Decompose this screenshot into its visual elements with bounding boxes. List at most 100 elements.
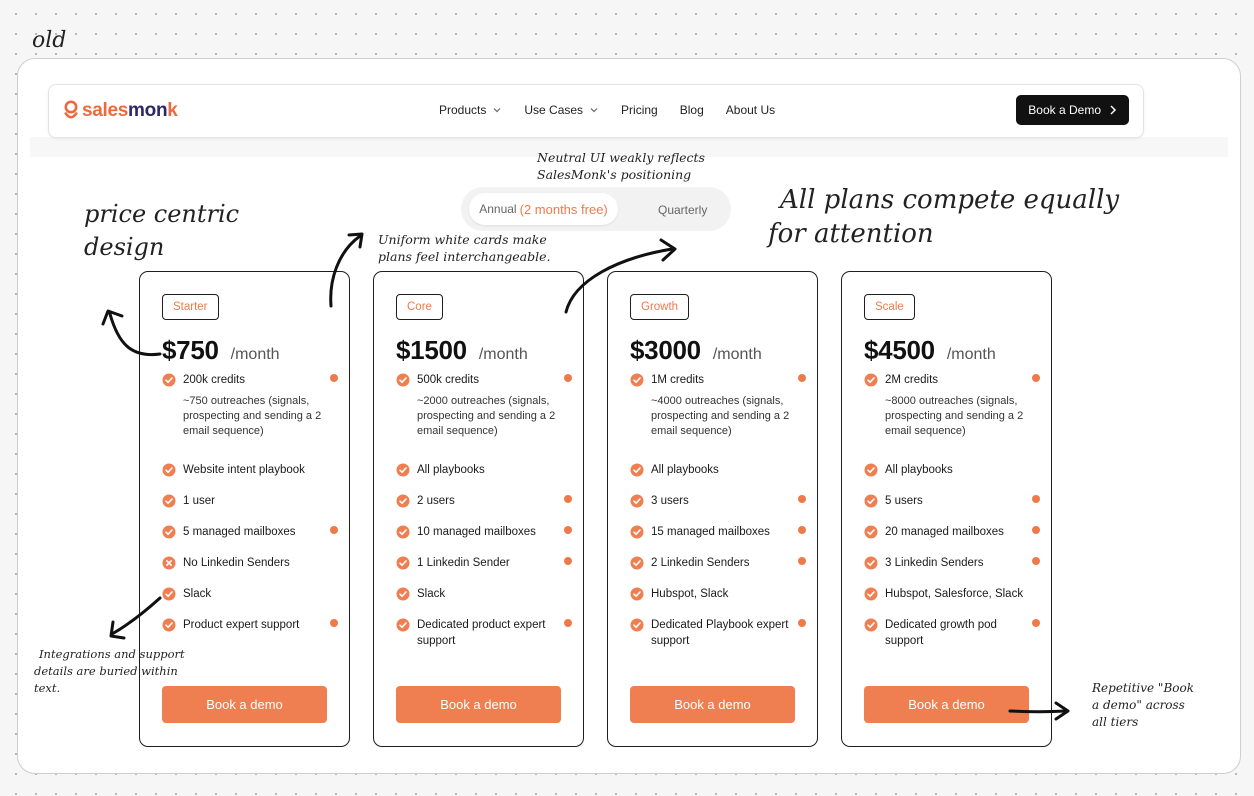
toggle-quarterly[interactable]: Quarterly <box>658 203 707 217</box>
info-icon[interactable] <box>798 619 806 627</box>
check-circle-icon <box>162 618 176 632</box>
info-icon[interactable] <box>330 619 338 627</box>
check-circle-icon <box>864 373 878 387</box>
feature-note: ~4000 outreaches (signals, prospecting a… <box>651 395 790 437</box>
check-circle-icon <box>162 525 176 539</box>
nav-item-3[interactable]: Blog <box>680 103 704 117</box>
nav-item-4[interactable]: About Us <box>726 103 775 117</box>
feature-item: 3 users <box>630 493 806 509</box>
feature-label: 20 managed mailboxes <box>885 526 1004 538</box>
plan-badge: Core <box>396 294 443 320</box>
chevron-right-icon <box>1110 105 1117 115</box>
book-a-demo-button[interactable]: Book a demo <box>864 686 1029 723</box>
info-icon[interactable] <box>564 557 572 565</box>
feature-item: 1 Linkedin Sender <box>396 555 572 571</box>
toggle-annual[interactable]: Annual (2 months free) <box>469 193 618 225</box>
info-icon[interactable] <box>330 526 338 534</box>
feature-label: 10 managed mailboxes <box>417 526 536 538</box>
feature-label: Slack <box>417 588 446 600</box>
info-icon[interactable] <box>798 374 806 382</box>
check-circle-icon <box>396 373 410 387</box>
feature-item: 15 managed mailboxes <box>630 524 806 540</box>
feature-label: Dedicated product expert support <box>417 619 546 647</box>
feature-item: 5 users <box>864 493 1040 509</box>
logo-wordmark: salesmonk <box>82 100 178 121</box>
feature-item: Dedicated product expert support <box>396 617 572 649</box>
x-circle-icon <box>162 556 176 570</box>
info-icon[interactable] <box>564 495 572 503</box>
info-icon[interactable] <box>798 557 806 565</box>
annotation-price-centric: price centric design <box>84 200 240 261</box>
check-circle-icon <box>630 556 644 570</box>
check-circle-icon <box>630 494 644 508</box>
feature-label: 5 users <box>885 495 923 507</box>
plan-price: $1500 <box>396 335 467 365</box>
info-icon[interactable] <box>564 526 572 534</box>
annotation-repetitive: Repetitive "Book a demo" across all tiers <box>1092 681 1194 729</box>
check-circle-icon <box>630 618 644 632</box>
check-circle-icon <box>396 463 410 477</box>
annual-free-note: (2 months free) <box>519 201 608 217</box>
feature-label: Dedicated growth pod support <box>885 619 997 647</box>
book-a-demo-nav-label: Book a Demo <box>1028 103 1101 117</box>
nav-item-2[interactable]: Pricing <box>621 103 658 117</box>
plan-period: /month <box>712 346 762 363</box>
nav-item-0[interactable]: Products <box>439 103 502 117</box>
logo[interactable]: salesmonk <box>63 100 178 122</box>
feature-label: Dedicated Playbook expert support <box>651 619 789 647</box>
info-icon[interactable] <box>1032 619 1040 627</box>
nav-links: Products Use Cases Pricing Blog About Us <box>439 103 775 117</box>
feature-label: 200k credits <box>183 374 246 386</box>
book-a-demo-button[interactable]: Book a demo <box>162 686 327 723</box>
feature-label: 2M credits <box>885 374 939 386</box>
info-icon[interactable] <box>1032 495 1040 503</box>
feature-item: All playbooks <box>396 462 572 478</box>
plan-price: $750 <box>162 335 219 365</box>
feature-item: Hubspot, Slack <box>630 586 806 602</box>
feature-label: Product expert support <box>183 619 300 631</box>
check-circle-icon <box>162 587 176 601</box>
check-circle-icon <box>864 525 878 539</box>
feature-item: 10 managed mailboxes <box>396 524 572 540</box>
nav-item-1[interactable]: Use Cases <box>524 103 599 117</box>
feature-label: No Linkedin Senders <box>183 557 290 569</box>
info-icon[interactable] <box>798 526 806 534</box>
plan-period: /month <box>478 346 528 363</box>
feature-item: All playbooks <box>864 462 1040 478</box>
check-circle-icon <box>630 587 644 601</box>
pricing-card-growth: Growth $3000/month 1M credits ~4000 outreac… <box>607 271 818 747</box>
feature-label: Hubspot, Salesforce, Slack <box>885 588 1024 600</box>
feature-label: All playbooks <box>651 464 719 476</box>
check-circle-icon <box>162 463 176 477</box>
price-row: $750/month <box>162 335 280 366</box>
price-row: $3000/month <box>630 335 762 366</box>
nav-item-label: Products <box>439 103 487 117</box>
plan-badge: Starter <box>162 294 219 320</box>
nav-item-label: Pricing <box>621 103 658 117</box>
info-icon[interactable] <box>564 619 572 627</box>
check-circle-icon <box>396 618 410 632</box>
info-icon[interactable] <box>1032 557 1040 565</box>
feature-label: Slack <box>183 588 212 600</box>
check-circle-icon <box>162 494 176 508</box>
info-icon[interactable] <box>564 374 572 382</box>
info-icon[interactable] <box>330 374 338 382</box>
chevron-down-icon <box>493 108 501 113</box>
feature-label: 1 Linkedin Sender <box>417 557 510 569</box>
check-circle-icon <box>630 525 644 539</box>
info-icon[interactable] <box>1032 526 1040 534</box>
annotation-old-label: old <box>32 28 67 53</box>
check-circle-icon <box>864 618 878 632</box>
feature-item: 2 users <box>396 493 572 509</box>
info-icon[interactable] <box>798 495 806 503</box>
book-a-demo-button[interactable]: Book a demo <box>630 686 795 723</box>
book-a-demo-button[interactable]: Book a demo <box>396 686 561 723</box>
info-icon[interactable] <box>1032 374 1040 382</box>
check-circle-icon <box>864 587 878 601</box>
check-circle-icon <box>864 463 878 477</box>
feature-item: 500k credits ~2000 outreaches (signals, p… <box>396 372 572 439</box>
book-a-demo-nav-button[interactable]: Book a Demo <box>1016 95 1129 125</box>
feature-item: 1M credits ~4000 outreaches (signals, pro… <box>630 372 806 439</box>
feature-item: Product expert support <box>162 617 338 633</box>
salesmonk-logo-icon <box>64 100 78 119</box>
